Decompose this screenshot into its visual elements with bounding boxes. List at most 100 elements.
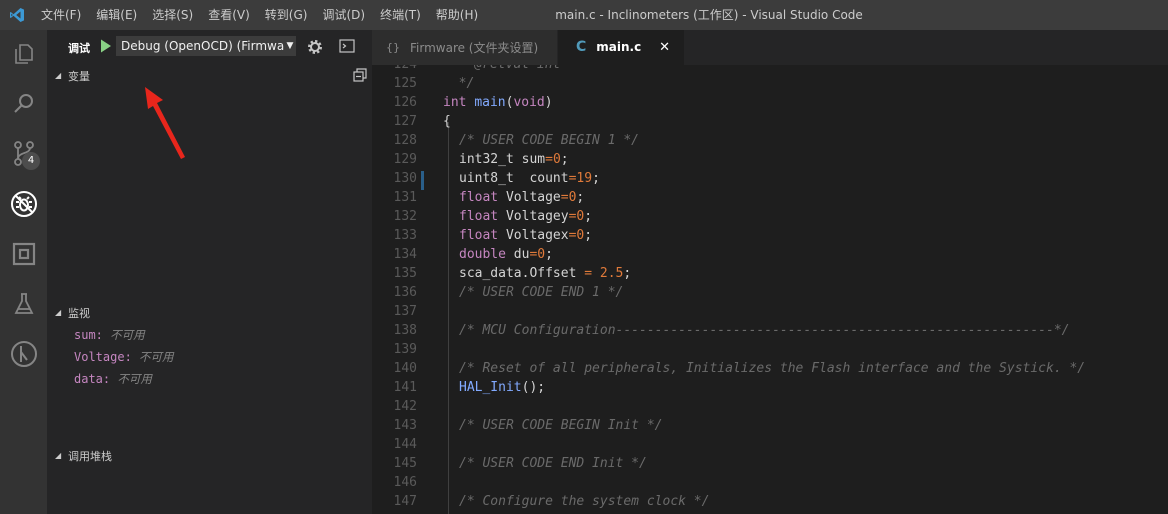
watch-expression: data: — [74, 372, 111, 386]
call-stack-section-header[interactable]: ◢ 调用堆栈 — [47, 448, 372, 470]
code-text: HAL_Init(); — [459, 380, 546, 395]
code-line[interactable]: 136 /* USER CODE END 1 */ — [372, 283, 1168, 302]
code-line[interactable]: 134 double du=0; — [372, 245, 1168, 264]
debug-sidebar: 调试 Debug (OpenOCD) (Firmwa ▼ ◢ 变量 ◢ 监视 s… — [47, 30, 372, 514]
line-number: 134 — [393, 247, 417, 262]
chevron-down-icon: ◢ — [55, 308, 62, 317]
watch-expression: Voltage: — [74, 350, 132, 364]
start-debugging-icon[interactable] — [98, 38, 114, 54]
test-flask-icon[interactable] — [0, 281, 47, 327]
code-line[interactable]: 147 /* Configure the system clock */ — [372, 492, 1168, 511]
c-file-icon: C — [576, 39, 587, 55]
line-number: 136 — [393, 285, 417, 300]
code-text: * @retval int — [443, 65, 561, 74]
code-line[interactable]: 130 uint8_t count=19; — [372, 169, 1168, 188]
code-line[interactable]: 142 — [372, 397, 1168, 416]
debug-icon[interactable] — [0, 181, 47, 227]
code-text: float Voltage=0; — [459, 190, 585, 205]
code-line[interactable]: 125 */ — [372, 74, 1168, 93]
activity-bar: 4 — [0, 30, 47, 514]
code-line[interactable]: 145 /* USER CODE END Init */ — [372, 454, 1168, 473]
close-icon[interactable]: ✕ — [659, 40, 670, 55]
scm-count-badge: 4 — [22, 152, 40, 170]
code-line[interactable]: 137 — [372, 302, 1168, 321]
menu-selection[interactable]: 选择(S) — [145, 0, 201, 30]
code-text: /* MCU Configuration--------------------… — [459, 323, 1070, 338]
menu-view[interactable]: 查看(V) — [201, 0, 258, 30]
code-text: /* Configure the system clock */ — [459, 494, 710, 509]
watch-value: 不可用 — [110, 328, 145, 342]
extensions-icon[interactable] — [0, 231, 47, 277]
watch-section-header[interactable]: ◢ 监视 — [47, 305, 372, 327]
code-line[interactable]: 132 float Voltagey=0; — [372, 207, 1168, 226]
window-title: main.c - Inclinometers (工作区) - Visual St… — [555, 8, 863, 22]
git-graph-icon[interactable] — [0, 331, 47, 377]
watch-item[interactable]: sum: 不可用 — [74, 327, 145, 343]
tab-main-c[interactable]: C main.c ✕ — [558, 30, 684, 65]
line-number: 129 — [393, 152, 417, 167]
watch-item[interactable]: data: 不可用 — [74, 371, 152, 387]
variables-section-header[interactable]: ◢ 变量 — [47, 68, 372, 90]
watch-value: 不可用 — [139, 350, 174, 364]
line-number: 138 — [393, 323, 417, 338]
code-text: float Voltagex=0; — [459, 228, 593, 243]
code-line[interactable]: 141 HAL_Init(); — [372, 378, 1168, 397]
code-line[interactable]: 143 /* USER CODE BEGIN Init */ — [372, 416, 1168, 435]
debug-configuration-select[interactable]: Debug (OpenOCD) (Firmwa — [116, 36, 296, 56]
watch-section-label: 监视 — [68, 307, 90, 320]
menu-file[interactable]: 文件(F) — [34, 0, 89, 30]
explorer-icon[interactable] — [0, 31, 47, 77]
line-number: 124 — [372, 65, 417, 74]
search-icon[interactable] — [0, 81, 47, 127]
menu-edit[interactable]: 编辑(E) — [89, 0, 145, 30]
line-number: 133 — [393, 228, 417, 243]
line-number: 144 — [393, 437, 417, 452]
code-line[interactable]: 135 sca_data.Offset = 2.5; — [372, 264, 1168, 283]
code-text: */ — [443, 76, 475, 91]
code-line[interactable]: 129 int32_t sum=0; — [372, 150, 1168, 169]
line-number: 127 — [393, 114, 417, 129]
tab-firmware-settings[interactable]: {} Firmware (文件夹设置) — [372, 30, 557, 65]
code-text: /* USER CODE END Init */ — [459, 456, 647, 471]
watch-expression: sum: — [74, 328, 103, 342]
line-number: 130 — [393, 171, 417, 186]
code-line[interactable]: 146 — [372, 473, 1168, 492]
menu-go[interactable]: 转到(G) — [258, 0, 316, 30]
chevron-down-icon: ◢ — [55, 71, 62, 80]
code-line[interactable]: 126 int main(void) — [372, 93, 1168, 112]
code-line[interactable]: 127 { — [372, 112, 1168, 131]
code-line[interactable]: 128 /* USER CODE BEGIN 1 */ — [372, 131, 1168, 150]
debug-toolbar: 调试 Debug (OpenOCD) (Firmwa ▼ — [47, 30, 372, 65]
line-number: 141 — [393, 380, 417, 395]
code-text: float Voltagey=0; — [459, 209, 593, 224]
line-number: 126 — [393, 95, 417, 110]
chevron-down-icon[interactable]: ▼ — [284, 36, 296, 56]
menu-help[interactable]: 帮助(H) — [429, 0, 486, 30]
line-number: 146 — [393, 475, 417, 490]
line-number: 139 — [393, 342, 417, 357]
code-line[interactable]: 144 — [372, 435, 1168, 454]
code-editor[interactable]: 124 * @retval int125 */126int main(void)… — [372, 65, 1168, 514]
code-line[interactable]: 124 * @retval int — [372, 65, 1168, 74]
menu-debug[interactable]: 调试(D) — [315, 0, 373, 30]
watch-item[interactable]: Voltage: 不可用 — [74, 349, 174, 365]
menu-terminal[interactable]: 终端(T) — [373, 0, 429, 30]
tab-label: Firmware (文件夹设置) — [410, 41, 539, 55]
collapse-all-icon[interactable] — [353, 68, 367, 82]
code-line[interactable]: 139 — [372, 340, 1168, 359]
chevron-down-icon: ◢ — [55, 451, 62, 460]
vscode-logo-icon — [0, 0, 34, 30]
menu-bar: 文件(F) 编辑(E) 选择(S) 查看(V) 转到(G) 调试(D) 终端(T… — [34, 0, 486, 30]
red-annotation-arrow-icon — [145, 87, 185, 159]
code-text: int32_t sum=0; — [459, 152, 569, 167]
code-line[interactable]: 140 /* Reset of all peripherals, Initiali… — [372, 359, 1168, 378]
code-line[interactable]: 138 /* MCU Configuration-----------------… — [372, 321, 1168, 340]
line-number: 140 — [393, 361, 417, 376]
line-number: 145 — [393, 456, 417, 471]
line-number: 131 — [393, 190, 417, 205]
debug-console-icon[interactable] — [339, 39, 355, 53]
code-text: double du=0; — [459, 247, 553, 262]
code-line[interactable]: 131 float Voltage=0; — [372, 188, 1168, 207]
code-line[interactable]: 133 float Voltagex=0; — [372, 226, 1168, 245]
gear-icon[interactable] — [306, 38, 324, 56]
